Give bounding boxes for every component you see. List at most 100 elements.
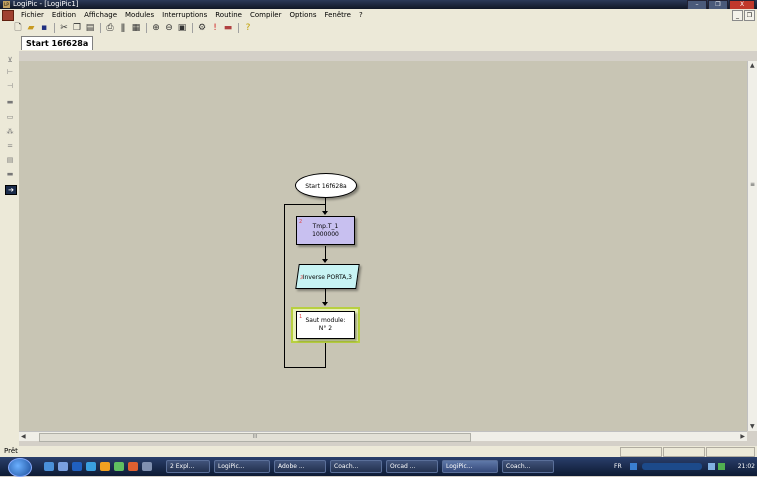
folder-icon[interactable] bbox=[100, 462, 110, 471]
connector-line bbox=[325, 289, 326, 303]
toolbar-separator bbox=[238, 23, 239, 33]
stop-icon[interactable]: ! bbox=[209, 22, 221, 34]
equals-icon[interactable]: = bbox=[5, 142, 15, 150]
toolbar: 🗋 ▰ ▪ ✂ ❐ ▤ ⎙ ǁ ▦ ⊕ ⊖ ▣ ⚙ ! ▬ ? bbox=[0, 21, 757, 35]
app-icon[interactable] bbox=[142, 462, 152, 471]
small-block-icon[interactable]: ▭ bbox=[5, 113, 15, 121]
taskbar-item-explorer[interactable]: 2 Expl... bbox=[166, 460, 210, 473]
app-icon[interactable] bbox=[114, 462, 124, 471]
inverse-node[interactable]: 3 Inverse PORTA,3 bbox=[295, 264, 360, 289]
window-title: LogiPic - [LogiPic1] bbox=[13, 0, 79, 8]
scroll-down-icon[interactable]: ▼ bbox=[750, 423, 755, 430]
grid-icon[interactable]: ▦ bbox=[130, 22, 142, 34]
menu-routine[interactable]: Routine bbox=[211, 11, 246, 19]
timer-node-label: Tmp.T_1 bbox=[312, 223, 339, 230]
save-icon[interactable]: ▪ bbox=[38, 22, 50, 34]
taskbar-item-adobe[interactable]: Adobe ... bbox=[274, 460, 326, 473]
zoom-out-icon[interactable]: ⊖ bbox=[163, 22, 175, 34]
menu-edition[interactable]: Edition bbox=[48, 11, 80, 19]
document-icon[interactable] bbox=[2, 9, 14, 21]
process-block-icon[interactable]: ▬ bbox=[5, 98, 15, 106]
zoom-fit-icon[interactable]: ▣ bbox=[176, 22, 188, 34]
app-icon: LP bbox=[3, 1, 10, 8]
horizontal-scroll-thumb[interactable]: III bbox=[39, 433, 471, 442]
horizontal-scrollbar[interactable]: ◀ III ▶ bbox=[19, 431, 747, 442]
print-icon[interactable]: ⎙ bbox=[104, 22, 116, 34]
media-icon[interactable] bbox=[72, 462, 82, 471]
condition-icon[interactable]: ⁂ bbox=[5, 128, 15, 136]
desktop-icon[interactable] bbox=[44, 462, 54, 471]
left-tool-strip: ⊻ ⊢ ⊣ ▬ ▭ ⁂ = ▤ ▬ ➔ bbox=[0, 51, 19, 446]
network-icon[interactable] bbox=[630, 463, 637, 470]
menu-help[interactable]: ? bbox=[355, 11, 367, 19]
toolbar-separator bbox=[54, 23, 55, 33]
system-tray: FR 21:02 bbox=[614, 460, 757, 473]
menu-compiler[interactable]: Compiler bbox=[246, 11, 286, 19]
menu-options[interactable]: Options bbox=[285, 11, 320, 19]
scroll-up-icon[interactable]: ▲ bbox=[750, 62, 755, 69]
open-icon[interactable]: ▰ bbox=[25, 22, 37, 34]
taskbar-item-coach[interactable]: Coach... bbox=[330, 460, 382, 473]
language-indicator[interactable]: FR bbox=[614, 460, 622, 473]
node-number: 1 bbox=[299, 314, 303, 320]
toolbar-separator bbox=[146, 23, 147, 33]
status-panel bbox=[620, 447, 662, 457]
jump-module-icon[interactable]: ➔ bbox=[5, 185, 17, 195]
status-panel bbox=[706, 447, 755, 457]
zoom-in-icon[interactable]: ⊕ bbox=[150, 22, 162, 34]
settings-icon[interactable]: ⚙ bbox=[196, 22, 208, 34]
window-switch-icon[interactable] bbox=[58, 462, 68, 471]
mdi-minimize-button[interactable]: _ bbox=[732, 10, 743, 21]
connector-line bbox=[325, 198, 326, 212]
scroll-left-icon[interactable]: ◀ bbox=[21, 433, 26, 440]
taskbar: 2 Expl... LogiPic... Adobe ... Coach... … bbox=[0, 457, 757, 477]
connector-arrow bbox=[322, 259, 328, 263]
chip-icon[interactable]: ▬ bbox=[222, 22, 234, 34]
insert-after-icon[interactable]: ⊣ bbox=[5, 82, 15, 90]
browser-icon[interactable] bbox=[86, 462, 96, 471]
taskbar-item-coach-2[interactable]: Coach... bbox=[502, 460, 554, 473]
scroll-right-icon[interactable]: ▶ bbox=[740, 433, 745, 440]
toolbar-separator bbox=[100, 23, 101, 33]
tool-icon[interactable]: ǁ bbox=[117, 22, 129, 34]
menu-fenetre[interactable]: Fenêtre bbox=[320, 11, 354, 19]
output-icon[interactable]: ▤ bbox=[5, 156, 15, 164]
start-button[interactable] bbox=[8, 458, 32, 477]
app-icon[interactable] bbox=[128, 462, 138, 471]
menu-fichier[interactable]: Fichier bbox=[17, 11, 48, 19]
new-icon[interactable]: 🗋 bbox=[12, 22, 24, 34]
menu-affichage[interactable]: Affichage bbox=[80, 11, 121, 19]
loop-line bbox=[325, 343, 326, 368]
menu-modules[interactable]: Modules bbox=[121, 11, 158, 19]
copy-icon[interactable]: ❐ bbox=[71, 22, 83, 34]
inverse-node-label: Inverse PORTA,3 bbox=[302, 274, 352, 281]
timer-node-value: 1000000 bbox=[312, 231, 339, 238]
insert-block-icon[interactable]: ⊢ bbox=[5, 68, 15, 76]
taskbar-item-orcad[interactable]: Orcad ... bbox=[386, 460, 438, 473]
pointer-tool-icon[interactable]: ⊻ bbox=[5, 56, 15, 64]
tab-row: Start 16f628a bbox=[0, 35, 757, 51]
start-node[interactable]: Start 16f628a bbox=[295, 173, 357, 198]
media-player-icon[interactable] bbox=[642, 463, 702, 470]
scroll-thumb-grip[interactable]: ≡ bbox=[750, 181, 755, 188]
taskbar-item-logipic[interactable]: LogiPic... bbox=[214, 460, 270, 473]
tray-icon[interactable] bbox=[718, 463, 725, 470]
vertical-scrollbar[interactable]: ▲ ≡ ▼ bbox=[747, 61, 757, 431]
taskbar-item-logipic-active[interactable]: LogiPic... bbox=[442, 460, 498, 473]
jump-module-value: N° 2 bbox=[318, 325, 333, 332]
clock[interactable]: 21:02 bbox=[738, 460, 755, 473]
volume-icon[interactable] bbox=[708, 463, 715, 470]
routine-icon[interactable]: ▬ bbox=[5, 170, 15, 178]
status-text: Prêt bbox=[4, 447, 18, 455]
timer-node[interactable]: 2 Tmp.T_1 1000000 bbox=[296, 216, 355, 245]
paste-icon[interactable]: ▤ bbox=[84, 22, 96, 34]
cut-icon[interactable]: ✂ bbox=[58, 22, 70, 34]
status-bar: Prêt bbox=[0, 446, 757, 457]
jump-module-node[interactable]: 1 Saut module: N° 2 bbox=[296, 311, 355, 339]
menu-interruptions[interactable]: Interruptions bbox=[158, 11, 211, 19]
loop-line bbox=[284, 204, 325, 205]
flowchart-canvas[interactable] bbox=[19, 61, 747, 431]
help-icon[interactable]: ? bbox=[242, 22, 254, 34]
mdi-restore-button[interactable]: ❐ bbox=[744, 10, 755, 21]
tab-start-16f628a[interactable]: Start 16f628a bbox=[21, 36, 94, 50]
